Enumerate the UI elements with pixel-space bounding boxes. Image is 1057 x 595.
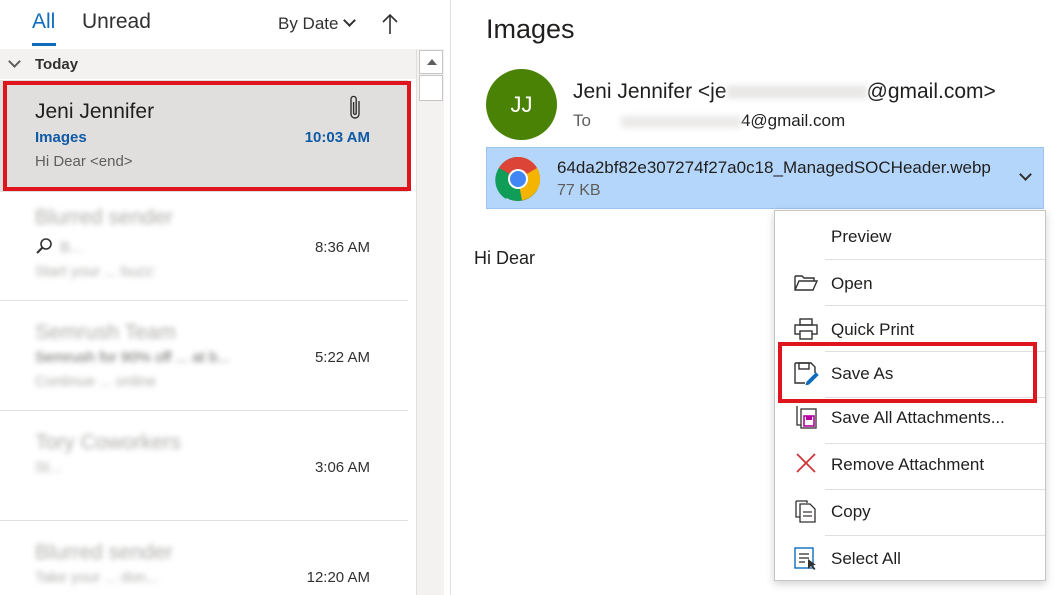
save-as-icon xyxy=(794,362,819,385)
attachment-name: 64da2bf82e307274f27a0c18_ManagedSOCHeade… xyxy=(557,158,991,177)
avatar[interactable]: JJ xyxy=(486,69,557,140)
to-label: To xyxy=(573,111,591,130)
sort-by-date-button[interactable]: By Date xyxy=(278,14,357,34)
menu-item-preview[interactable]: Preview xyxy=(775,214,1045,258)
message-time: 3:06 AM xyxy=(314,459,370,476)
chrome-icon xyxy=(495,157,540,201)
chevron-down-icon xyxy=(8,55,21,68)
redacted-email xyxy=(620,115,741,128)
from-name: Jeni Jennifer <je xyxy=(573,80,727,103)
printer-icon xyxy=(794,318,818,340)
menu-item-label: Select All xyxy=(831,549,901,568)
attachment-card[interactable]: 64da2bf82e307274f27a0c18_ManagedSOCHeade… xyxy=(486,147,1044,209)
redacted-email xyxy=(726,85,867,100)
attachment-size: 77 KB xyxy=(557,182,601,199)
menu-item-remove-attachment[interactable]: Remove Attachment xyxy=(775,442,1045,486)
message-subject: B... xyxy=(60,239,83,256)
menu-item-label: Copy xyxy=(831,502,871,521)
menu-item-label: Open xyxy=(831,274,873,293)
menu-item-label: Quick Print xyxy=(831,320,915,339)
message-subject: Semrush for 90% off ... at b... xyxy=(35,349,230,366)
to-domain[interactable]: 4@gmail.com xyxy=(741,111,845,130)
search-icon xyxy=(36,238,52,254)
message-preview: Hi Dear <end> xyxy=(35,153,133,170)
scroll-thumb[interactable] xyxy=(419,75,443,101)
scroll-up-button[interactable] xyxy=(419,50,443,74)
message-item[interactable]: Tory Coworkers St... 3:06 AM xyxy=(0,411,408,521)
message-subject: Take your ... don... xyxy=(35,569,159,586)
menu-item-label: Remove Attachment xyxy=(831,455,985,474)
message-item[interactable]: Semrush Team Semrush for 90% off ... at … xyxy=(0,301,408,411)
message-list-scrollbar[interactable] xyxy=(416,49,444,595)
message-title: Images xyxy=(486,14,575,44)
tab-unread[interactable]: Unread xyxy=(82,10,151,34)
tab-all-underline xyxy=(32,43,56,46)
message-time: 12:20 AM xyxy=(306,569,370,586)
message-item[interactable]: Jeni Jennifer Images 10:03 AM Hi Dear <e… xyxy=(0,80,408,192)
arrow-up-icon[interactable] xyxy=(380,12,400,36)
menu-item-quick-print[interactable]: Quick Print xyxy=(775,307,1045,351)
pane-divider[interactable] xyxy=(450,0,451,595)
message-subject: Images xyxy=(35,129,87,146)
attachment-context-menu: Preview Open Quick Print Save As Save Al… xyxy=(774,210,1046,581)
message-item[interactable]: Blurred sender Take your ... don... 12:2… xyxy=(0,521,408,595)
sort-label: By Date xyxy=(278,14,339,33)
message-time: 10:03 AM xyxy=(304,129,370,146)
message-preview: Continue ... online xyxy=(35,373,156,390)
select-all-icon xyxy=(794,547,816,570)
menu-item-copy[interactable]: Copy xyxy=(775,489,1045,533)
save-all-icon xyxy=(796,406,817,429)
menu-item-label: Save All Attachments... xyxy=(831,408,1005,427)
message-sender: Jeni Jennifer xyxy=(35,100,155,123)
message-time: 5:22 AM xyxy=(314,349,370,366)
message-body: Hi Dear xyxy=(474,248,536,268)
from-line[interactable]: Jeni Jennifer <je @gmail.com> xyxy=(573,80,996,104)
message-sender: Blurred sender xyxy=(35,206,173,229)
message-item[interactable]: Blurred sender B... 8:36 AM Start your .… xyxy=(0,192,408,301)
menu-separator xyxy=(825,305,1045,306)
menu-item-select-all[interactable]: Select All xyxy=(775,536,1045,580)
menu-item-open[interactable]: Open xyxy=(775,261,1045,305)
copy-icon xyxy=(795,500,816,523)
menu-separator xyxy=(825,259,1045,260)
message-subject: St... xyxy=(35,459,62,476)
group-label: Today xyxy=(35,56,79,73)
folder-open-icon xyxy=(794,275,819,291)
paperclip-icon xyxy=(350,95,360,119)
menu-item-save-as[interactable]: Save As xyxy=(775,351,1045,395)
chevron-down-icon[interactable] xyxy=(1019,168,1032,181)
list-header: All Unread By Date xyxy=(0,0,416,48)
tab-all[interactable]: All xyxy=(32,10,55,34)
message-sender: Blurred sender xyxy=(35,541,173,564)
group-header-today[interactable]: Today xyxy=(0,49,416,79)
message-time: 8:36 AM xyxy=(314,239,370,256)
chevron-down-icon xyxy=(343,14,357,27)
message-sender: Semrush Team xyxy=(35,321,176,344)
menu-item-label: Preview xyxy=(831,227,892,246)
menu-item-save-all-attachments[interactable]: Save All Attachments... xyxy=(775,395,1045,439)
from-domain: @gmail.com> xyxy=(866,80,996,103)
message-sender: Tory Coworkers xyxy=(35,431,181,454)
to-line: To 4@gmail.com xyxy=(573,111,845,131)
message-list-pane: All Unread By Date Today Jeni Jennifer I… xyxy=(0,0,445,595)
menu-item-label: Save As xyxy=(831,364,894,383)
close-icon xyxy=(796,453,816,473)
message-preview: Start your ... buzz: xyxy=(35,263,157,280)
